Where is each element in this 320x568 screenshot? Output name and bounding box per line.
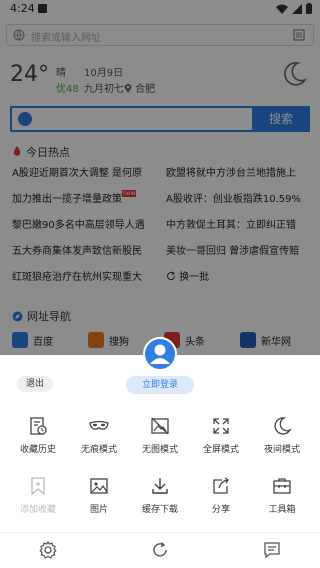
- no-image-icon: [151, 417, 169, 435]
- menu-item-label: 工具箱: [268, 505, 296, 515]
- download-icon: [152, 478, 168, 494]
- menu-item-fullscreen[interactable]: 全屏模式: [189, 416, 253, 464]
- bookmark-history-icon: [30, 417, 47, 435]
- menu-item-incognito[interactable]: 无痕模式: [67, 416, 131, 464]
- menu-item-label: 收藏历史: [19, 445, 56, 455]
- menu-item-images[interactable]: 图片: [67, 476, 131, 524]
- menu-item-label: 全屏模式: [202, 445, 239, 455]
- night-moon-icon: [274, 417, 292, 435]
- incognito-mask-icon: [89, 420, 109, 430]
- menu-item-no-image[interactable]: 无图模式: [128, 416, 192, 464]
- toolbox-icon: [273, 478, 291, 494]
- user-avatar-icon: [150, 344, 170, 364]
- menu-item-download[interactable]: 缓存下载: [128, 476, 192, 524]
- refresh-icon[interactable]: [150, 540, 170, 560]
- menu-item-label: 无图模式: [141, 445, 178, 455]
- menu-item-bookmarks-history[interactable]: 收藏历史: [6, 416, 70, 464]
- image-icon: [90, 478, 108, 494]
- menu-item-add-bookmark[interactable]: 添加收藏: [6, 476, 70, 524]
- menu-item-label: 添加收藏: [19, 505, 56, 515]
- menu-item-night-mode[interactable]: 夜间模式: [250, 416, 314, 464]
- menu-item-toolbox[interactable]: 工具箱: [250, 476, 314, 524]
- add-bookmark-icon: [31, 477, 45, 496]
- menu-item-label: 夜间模式: [263, 445, 300, 455]
- menu-item-share[interactable]: 分享: [189, 476, 253, 524]
- menu-item-label: 缓存下载: [141, 505, 178, 515]
- share-icon: [213, 477, 229, 494]
- feedback-icon[interactable]: [262, 540, 282, 560]
- menu-item-label: 图片: [89, 505, 108, 515]
- menu-item-label: 无痕模式: [80, 445, 117, 455]
- settings-gear-icon[interactable]: [38, 540, 58, 560]
- user-avatar[interactable]: [143, 337, 177, 371]
- login-button[interactable]: 立即登录: [126, 376, 194, 394]
- fullscreen-icon: [213, 418, 229, 434]
- menu-divider: [0, 532, 320, 533]
- logout-button[interactable]: 退出: [17, 376, 53, 392]
- menu-item-label: 分享: [211, 505, 230, 515]
